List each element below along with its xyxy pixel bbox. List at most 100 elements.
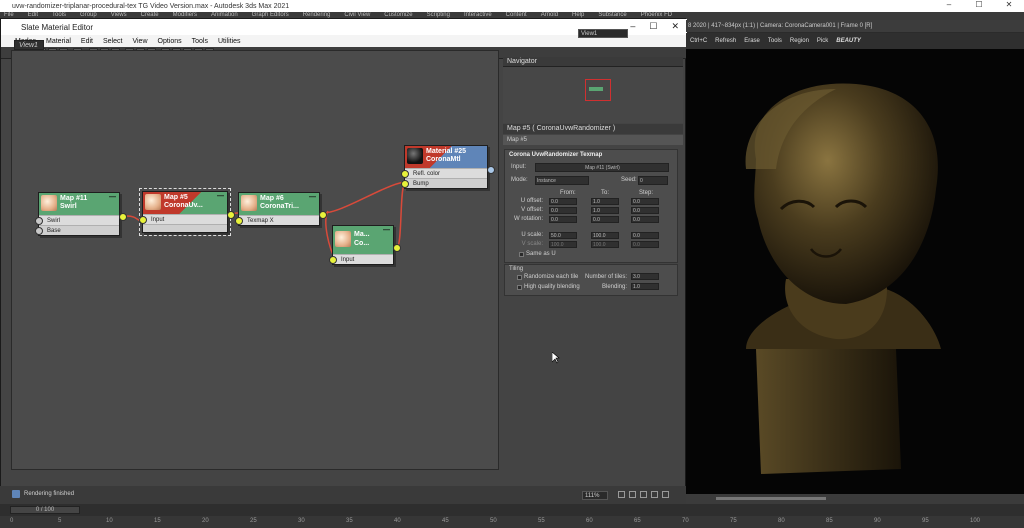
- slot-base[interactable]: Base: [35, 225, 119, 235]
- collapse-icon[interactable]: —: [309, 194, 316, 201]
- input-socket[interactable]: [401, 170, 409, 178]
- minimize-button[interactable]: –: [934, 0, 964, 9]
- randomize-tile-checkbox[interactable]: [517, 275, 522, 280]
- w-rotation-step[interactable]: 0.0: [631, 216, 659, 223]
- time-slider[interactable]: 0 / 100: [10, 506, 80, 514]
- timeline-tick-label: 45: [442, 518, 449, 524]
- node-material-type: CoronaMtl: [426, 156, 461, 163]
- seed-spinner[interactable]: 0: [638, 176, 668, 185]
- tab-view1[interactable]: View1: [14, 40, 44, 50]
- node-mix[interactable]: Ma... Co... — Input: [329, 225, 401, 265]
- slot-label: Bump: [413, 181, 429, 187]
- collapse-icon[interactable]: —: [109, 194, 116, 201]
- timeline-tick-label: 70: [682, 518, 689, 524]
- u-offset-to[interactable]: 1.0: [591, 198, 619, 205]
- zoom-dropdown[interactable]: 111%: [582, 491, 608, 500]
- slot-refl-color[interactable]: Refl. color: [401, 168, 487, 178]
- output-socket[interactable]: [393, 244, 401, 252]
- high-quality-checkbox[interactable]: [517, 285, 522, 290]
- node-uvw-randomizer[interactable]: Map #5 CoronaUv... — Input: [139, 188, 235, 236]
- from-header: From:: [560, 190, 576, 196]
- slot-input[interactable]: Input: [139, 214, 227, 224]
- map-name-field[interactable]: Map #5: [503, 135, 683, 145]
- input-socket[interactable]: [329, 256, 337, 264]
- tools-button[interactable]: Tools: [768, 38, 782, 44]
- u-offset-from[interactable]: 0.0: [549, 198, 577, 205]
- num-tiles-spinner[interactable]: 3.0: [631, 273, 659, 280]
- output-socket[interactable]: [319, 211, 327, 219]
- input-socket[interactable]: [35, 217, 43, 225]
- collapse-icon[interactable]: —: [383, 227, 390, 234]
- parameter-editor-header: Map #5 ( CoronaUvwRandomizer ): [503, 124, 683, 134]
- sme-close-button[interactable]: ✕: [671, 21, 679, 32]
- timeline-tick-label: 90: [874, 518, 881, 524]
- node-swirl[interactable]: Map #11 Swirl — Swirl Base: [35, 192, 127, 236]
- step-header: Step:: [639, 190, 654, 196]
- menu-utilities[interactable]: Utilities: [218, 38, 241, 45]
- randomizer-preview-thumbnail: [145, 194, 161, 210]
- v-offset-to[interactable]: 1.0: [591, 207, 619, 214]
- render-element-label[interactable]: BEAUTY: [836, 38, 861, 44]
- sme-minimize-button[interactable]: –: [630, 21, 635, 32]
- copy-button[interactable]: Ctrl+C: [690, 38, 707, 44]
- w-rotation-from[interactable]: 0.0: [549, 216, 577, 223]
- slot-empty: [143, 224, 227, 232]
- rollout-title[interactable]: Corona UvwRandomizer Texmap: [509, 152, 602, 158]
- w-rotation-to[interactable]: 0.0: [591, 216, 619, 223]
- close-button[interactable]: ✕: [994, 0, 1024, 9]
- sme-maximize-button[interactable]: ☐: [649, 21, 657, 32]
- seed-label: Seed:: [621, 177, 637, 183]
- pan-icon[interactable]: [618, 491, 625, 498]
- navigator-panel[interactable]: [503, 67, 683, 123]
- v-offset-from[interactable]: 0.0: [549, 207, 577, 214]
- v-offset-step[interactable]: 0.0: [631, 207, 659, 214]
- blending-spinner[interactable]: 1.0: [631, 283, 659, 290]
- collapse-icon[interactable]: —: [217, 193, 224, 200]
- input-socket[interactable]: [401, 180, 409, 188]
- pick-button[interactable]: Pick: [817, 38, 828, 44]
- input-socket[interactable]: [139, 216, 147, 224]
- menu-options[interactable]: Options: [158, 38, 182, 45]
- status-text: Rendering finished: [24, 491, 75, 497]
- slot-input[interactable]: Input: [329, 254, 393, 264]
- refresh-button[interactable]: Refresh: [715, 38, 736, 44]
- input-socket[interactable]: [35, 227, 43, 235]
- zoom-selected-icon[interactable]: [662, 491, 669, 498]
- tiling-group: Tiling Randomize each tile High quality …: [504, 264, 678, 296]
- track-bar[interactable]: 0 5 10 15 20 25 30 35 40 45 50 55 60 65 70 75 80 85 90 95 10…: [0, 516, 1024, 528]
- node-material[interactable]: Material #25 CoronaMtl Refl. color Bump: [401, 145, 495, 189]
- render-progress-bar: [716, 497, 826, 500]
- output-socket[interactable]: [487, 166, 495, 174]
- u-scale-step[interactable]: 0.0: [631, 232, 659, 239]
- node-triplanar[interactable]: Map #6 CoronaTri... — Texmap X: [235, 192, 327, 226]
- menu-view[interactable]: View: [132, 38, 147, 45]
- slot-bump[interactable]: Bump: [401, 178, 487, 188]
- input-socket[interactable]: [235, 217, 243, 225]
- output-socket[interactable]: [119, 213, 127, 221]
- mode-dropdown[interactable]: Instance: [535, 176, 589, 185]
- render-bottom-bar: [686, 494, 1024, 504]
- node-canvas[interactable]: Map #11 Swirl — Swirl Base Map #5 Corona…: [11, 50, 499, 470]
- u-scale-to[interactable]: 100.0: [591, 232, 619, 239]
- menu-select[interactable]: Select: [103, 38, 122, 45]
- maximize-button[interactable]: ☐: [964, 0, 994, 9]
- view-dropdown[interactable]: View1: [578, 29, 628, 38]
- slot-texmap-x[interactable]: Texmap X: [235, 215, 319, 225]
- region-button[interactable]: Region: [790, 38, 809, 44]
- node-swirl-type: Swirl: [60, 203, 77, 210]
- erase-button[interactable]: Erase: [744, 38, 760, 44]
- menu-edit[interactable]: Edit: [81, 38, 93, 45]
- timeline-tick-label: 60: [586, 518, 593, 524]
- zoom-extents-icon[interactable]: [651, 491, 658, 498]
- output-socket[interactable]: [227, 211, 235, 219]
- sme-title: Slate Material Editor: [21, 22, 94, 32]
- same-as-u-checkbox[interactable]: [519, 252, 524, 257]
- zoom-region-icon[interactable]: [640, 491, 647, 498]
- u-offset-step[interactable]: 0.0: [631, 198, 659, 205]
- menu-material[interactable]: Material: [46, 38, 71, 45]
- u-scale-from[interactable]: 50.0: [549, 232, 577, 239]
- input-map-button[interactable]: Map #11 (Swirl): [535, 163, 669, 172]
- zoom-icon[interactable]: [629, 491, 636, 498]
- slot-swirl[interactable]: Swirl: [35, 215, 119, 225]
- menu-tools[interactable]: Tools: [192, 38, 208, 45]
